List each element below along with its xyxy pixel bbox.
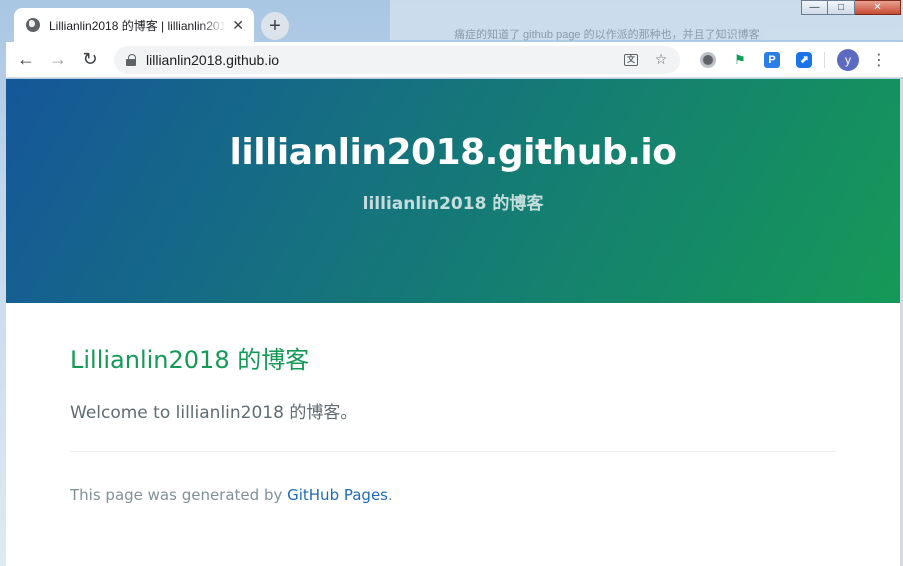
back-button[interactable]: ←	[12, 46, 40, 74]
new-tab-button[interactable]: +	[261, 12, 289, 40]
github-pages-link[interactable]: GitHub Pages	[287, 486, 388, 504]
reload-button[interactable]: ↻	[76, 46, 104, 74]
toolbar-divider	[824, 51, 825, 68]
tab-active[interactable]: Lillianlin2018 的博客 | lillianlin2018.gith…	[14, 8, 254, 42]
address-bar[interactable]: lillianlin2018.github.io 文 ☆	[114, 45, 680, 74]
main-content: Lillianlin2018 的博客 Welcome to lillianlin…	[6, 303, 900, 504]
browser-toolbar: ← → ↻ lillianlin2018.github.io 文 ☆ ⚑ P ⬈…	[6, 42, 903, 78]
footer-prefix: This page was generated by	[70, 486, 288, 504]
url-text[interactable]: lillianlin2018.github.io	[146, 52, 612, 68]
page-viewport: lillianlin2018.github.io lillianlin2018 …	[6, 79, 900, 566]
profile-avatar[interactable]: y	[837, 48, 859, 71]
translate-button[interactable]: 文	[620, 49, 642, 71]
bookmark-star-icon[interactable]: ☆	[650, 49, 672, 71]
extension-p-icon[interactable]: P	[764, 51, 780, 68]
footer-suffix: .	[388, 486, 393, 504]
extension-flag-icon[interactable]: ⚑	[732, 52, 748, 68]
globe-icon	[26, 18, 40, 32]
lock-icon[interactable]	[126, 54, 136, 66]
forward-button[interactable]: →	[44, 46, 72, 74]
extension-arrow-icon[interactable]: ⬈	[796, 51, 812, 68]
project-tagline: lillianlin2018 的博客	[362, 194, 544, 214]
close-icon[interactable]: ✕	[232, 17, 244, 34]
tab-strip: Lillianlin2018 的博客 | lillianlin2018.gith…	[6, 8, 903, 42]
extensions-area: ⚑ P ⬈ y ⋮	[692, 48, 887, 71]
page-header: lillianlin2018.github.io lillianlin2018 …	[6, 79, 900, 303]
extension-circle-icon[interactable]	[700, 51, 716, 68]
tab-title: Lillianlin2018 的博客 | lillianlin2018.gith…	[49, 18, 227, 33]
menu-dots-icon[interactable]: ⋮	[871, 50, 887, 70]
welcome-text: Welcome to lillianlin2018 的博客。	[70, 403, 358, 423]
project-name: lillianlin2018.github.io	[229, 132, 677, 173]
content-title: Lillianlin2018 的博客	[70, 346, 310, 374]
translate-icon: 文	[624, 53, 638, 66]
site-footer: This page was generated by GitHub Pages.	[70, 451, 836, 504]
